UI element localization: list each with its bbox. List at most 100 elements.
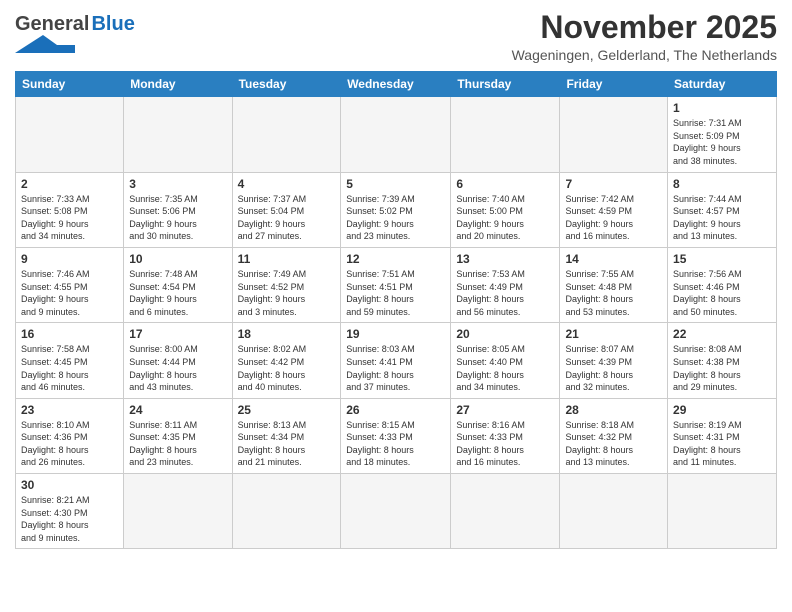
calendar-cell: 21Sunrise: 8:07 AM Sunset: 4:39 PM Dayli… [560, 323, 668, 398]
day-number: 23 [21, 403, 118, 417]
day-info: Sunrise: 8:19 AM Sunset: 4:31 PM Dayligh… [673, 419, 771, 469]
day-info: Sunrise: 7:51 AM Sunset: 4:51 PM Dayligh… [346, 268, 445, 318]
day-number: 11 [238, 252, 336, 266]
day-info: Sunrise: 8:15 AM Sunset: 4:33 PM Dayligh… [346, 419, 445, 469]
calendar-cell [341, 474, 451, 549]
calendar-cell: 1Sunrise: 7:31 AM Sunset: 5:09 PM Daylig… [668, 97, 777, 172]
day-info: Sunrise: 7:58 AM Sunset: 4:45 PM Dayligh… [21, 343, 118, 393]
day-number: 20 [456, 327, 554, 341]
calendar-cell [124, 474, 232, 549]
calendar-cell: 19 Sunrise: 8:03 AM Sunset: 4:41 PM Dayli… [341, 323, 451, 398]
calendar-cell: 22 Sunrise: 8:08 AM Sunset: 4:38 PM Dayli… [668, 323, 777, 398]
day-info: Sunrise: 7:37 AM Sunset: 5:04 PM Dayligh… [238, 193, 336, 243]
day-number: 4 [238, 177, 336, 191]
header: General Blue November 2025 Wageningen, G… [15, 10, 777, 63]
day-info: Sunrise: 7:40 AM Sunset: 5:00 PM Dayligh… [456, 193, 554, 243]
logo: General Blue [15, 14, 135, 53]
header-saturday: Saturday [668, 72, 777, 97]
day-number: 2 [21, 177, 118, 191]
calendar-cell: 4 Sunrise: 7:37 AM Sunset: 5:04 PM Daylig… [232, 172, 341, 247]
calendar-cell: 13 Sunrise: 7:53 AM Sunset: 4:49 PM Dayli… [451, 247, 560, 322]
title-section: November 2025 Wageningen, Gelderland, Th… [512, 10, 777, 63]
day-number: 26 [346, 403, 445, 417]
calendar-cell: 17 Sunrise: 8:00 AM Sunset: 4:44 PM Dayli… [124, 323, 232, 398]
day-info: Sunrise: 7:35 AM Sunset: 5:06 PM Dayligh… [129, 193, 226, 243]
day-number: 9 [21, 252, 118, 266]
calendar-cell: 11Sunrise: 7:49 AM Sunset: 4:52 PM Dayli… [232, 247, 341, 322]
day-info: Sunrise: 8:13 AM Sunset: 4:34 PM Dayligh… [238, 419, 336, 469]
calendar-cell [341, 97, 451, 172]
day-info: Sunrise: 7:44 AM Sunset: 4:57 PM Dayligh… [673, 193, 771, 243]
calendar-cell [232, 97, 341, 172]
calendar-cell: 8 Sunrise: 7:44 AM Sunset: 4:57 PM Daylig… [668, 172, 777, 247]
day-info: Sunrise: 8:08 AM Sunset: 4:38 PM Dayligh… [673, 343, 771, 393]
day-number: 13 [456, 252, 554, 266]
logo-icon [15, 35, 75, 53]
location-title: Wageningen, Gelderland, The Netherlands [512, 47, 777, 63]
day-info: Sunrise: 8:03 AM Sunset: 4:41 PM Dayligh… [346, 343, 445, 393]
day-info: Sunrise: 7:48 AM Sunset: 4:54 PM Dayligh… [129, 268, 226, 318]
calendar-week-5: 23Sunrise: 8:10 AM Sunset: 4:36 PM Dayli… [16, 398, 777, 473]
weekday-header-row: Sunday Monday Tuesday Wednesday Thursday… [16, 72, 777, 97]
day-number: 17 [129, 327, 226, 341]
day-number: 5 [346, 177, 445, 191]
calendar-week-6: 30Sunrise: 8:21 AM Sunset: 4:30 PM Dayli… [16, 474, 777, 549]
month-title: November 2025 [512, 10, 777, 45]
calendar-cell: 20Sunrise: 8:05 AM Sunset: 4:40 PM Dayli… [451, 323, 560, 398]
calendar-cell: 16Sunrise: 7:58 AM Sunset: 4:45 PM Dayli… [16, 323, 124, 398]
calendar-week-4: 16Sunrise: 7:58 AM Sunset: 4:45 PM Dayli… [16, 323, 777, 398]
day-info: Sunrise: 8:16 AM Sunset: 4:33 PM Dayligh… [456, 419, 554, 469]
day-info: Sunrise: 8:07 AM Sunset: 4:39 PM Dayligh… [565, 343, 662, 393]
calendar-cell: 30Sunrise: 8:21 AM Sunset: 4:30 PM Dayli… [16, 474, 124, 549]
day-number: 15 [673, 252, 771, 266]
day-info: Sunrise: 7:55 AM Sunset: 4:48 PM Dayligh… [565, 268, 662, 318]
header-thursday: Thursday [451, 72, 560, 97]
calendar-cell: 7Sunrise: 7:42 AM Sunset: 4:59 PM Daylig… [560, 172, 668, 247]
header-wednesday: Wednesday [341, 72, 451, 97]
calendar-cell: 15 Sunrise: 7:56 AM Sunset: 4:46 PM Dayli… [668, 247, 777, 322]
calendar-cell: 10 Sunrise: 7:48 AM Sunset: 4:54 PM Dayli… [124, 247, 232, 322]
calendar-cell [560, 97, 668, 172]
header-friday: Friday [560, 72, 668, 97]
day-number: 29 [673, 403, 771, 417]
day-info: Sunrise: 7:42 AM Sunset: 4:59 PM Dayligh… [565, 193, 662, 243]
day-info: Sunrise: 8:02 AM Sunset: 4:42 PM Dayligh… [238, 343, 336, 393]
calendar-cell [232, 474, 341, 549]
calendar-cell: 9 Sunrise: 7:46 AM Sunset: 4:55 PM Daylig… [16, 247, 124, 322]
calendar-cell: 3Sunrise: 7:35 AM Sunset: 5:06 PM Daylig… [124, 172, 232, 247]
day-number: 14 [565, 252, 662, 266]
calendar-cell: 2 Sunrise: 7:33 AM Sunset: 5:08 PM Daylig… [16, 172, 124, 247]
calendar-week-1: 1Sunrise: 7:31 AM Sunset: 5:09 PM Daylig… [16, 97, 777, 172]
day-number: 10 [129, 252, 226, 266]
calendar: Sunday Monday Tuesday Wednesday Thursday… [15, 71, 777, 549]
day-info: Sunrise: 8:18 AM Sunset: 4:32 PM Dayligh… [565, 419, 662, 469]
day-info: Sunrise: 8:00 AM Sunset: 4:44 PM Dayligh… [129, 343, 226, 393]
calendar-cell [124, 97, 232, 172]
calendar-week-2: 2 Sunrise: 7:33 AM Sunset: 5:08 PM Daylig… [16, 172, 777, 247]
logo-blue: Blue [91, 14, 134, 34]
day-number: 22 [673, 327, 771, 341]
day-number: 12 [346, 252, 445, 266]
day-info: Sunrise: 7:46 AM Sunset: 4:55 PM Dayligh… [21, 268, 118, 318]
day-number: 6 [456, 177, 554, 191]
header-tuesday: Tuesday [232, 72, 341, 97]
calendar-cell: 14 Sunrise: 7:55 AM Sunset: 4:48 PM Dayli… [560, 247, 668, 322]
day-number: 8 [673, 177, 771, 191]
day-number: 30 [21, 478, 118, 492]
day-number: 24 [129, 403, 226, 417]
calendar-cell: 24 Sunrise: 8:11 AM Sunset: 4:35 PM Dayli… [124, 398, 232, 473]
day-number: 19 [346, 327, 445, 341]
day-number: 18 [238, 327, 336, 341]
day-info: Sunrise: 7:33 AM Sunset: 5:08 PM Dayligh… [21, 193, 118, 243]
calendar-cell: 25 Sunrise: 8:13 AM Sunset: 4:34 PM Dayli… [232, 398, 341, 473]
day-info: Sunrise: 8:11 AM Sunset: 4:35 PM Dayligh… [129, 419, 226, 469]
day-number: 1 [673, 101, 771, 115]
calendar-cell [668, 474, 777, 549]
day-number: 25 [238, 403, 336, 417]
day-info: Sunrise: 7:53 AM Sunset: 4:49 PM Dayligh… [456, 268, 554, 318]
calendar-cell: 5Sunrise: 7:39 AM Sunset: 5:02 PM Daylig… [341, 172, 451, 247]
page: General Blue November 2025 Wageningen, G… [0, 0, 792, 612]
day-info: Sunrise: 7:56 AM Sunset: 4:46 PM Dayligh… [673, 268, 771, 318]
calendar-week-3: 9 Sunrise: 7:46 AM Sunset: 4:55 PM Daylig… [16, 247, 777, 322]
calendar-cell: 26 Sunrise: 8:15 AM Sunset: 4:33 PM Dayli… [341, 398, 451, 473]
